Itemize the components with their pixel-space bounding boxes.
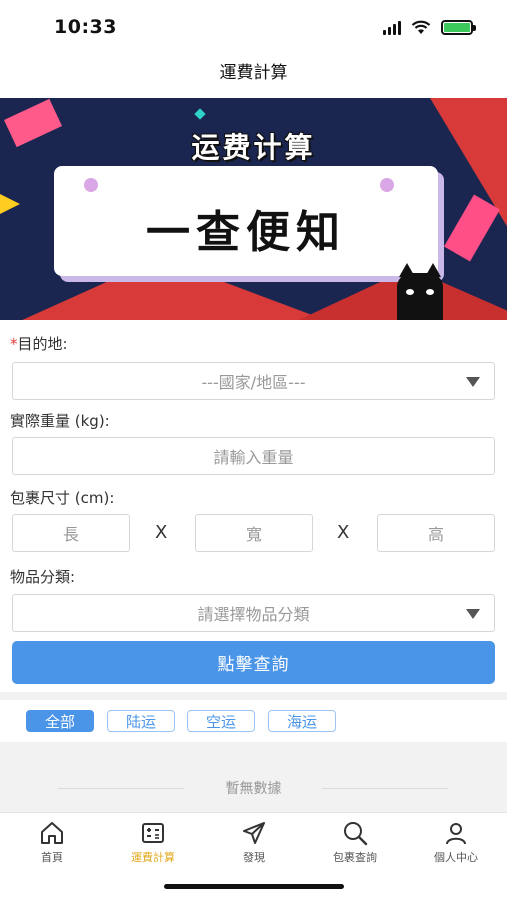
weight-label: 實際重量 (kg): xyxy=(10,412,110,430)
tab-label: 個人中心 xyxy=(434,851,478,864)
multiply-sign: X xyxy=(337,522,350,543)
tab-discover[interactable]: 發現 xyxy=(214,819,294,865)
caret-down-icon xyxy=(466,377,480,387)
promo-banner: 运费计算 一查便知 xyxy=(0,98,507,320)
results-list: 暫無數據 xyxy=(0,742,507,812)
banner-card: 一查便知 xyxy=(54,166,438,276)
tab-home[interactable]: 首頁 xyxy=(12,819,92,865)
destination-select[interactable]: ---國家/地區--- xyxy=(12,362,495,400)
category-value: 請選擇物品分類 xyxy=(197,605,310,624)
filter-all[interactable]: 全部 xyxy=(26,710,94,732)
calculator-icon xyxy=(142,823,164,843)
send-icon xyxy=(243,822,265,844)
length-input[interactable]: 長 xyxy=(12,514,130,552)
banner-subtitle: 运费计算 xyxy=(191,131,316,164)
section-divider xyxy=(0,692,507,700)
search-icon xyxy=(344,822,368,846)
divider xyxy=(322,788,448,789)
status-bar: 10:33 xyxy=(0,0,507,56)
destination-value: ---國家/地區--- xyxy=(201,373,306,392)
category-label: 物品分類: xyxy=(10,568,76,586)
status-icons xyxy=(383,20,476,35)
wifi-icon xyxy=(411,20,431,34)
user-icon xyxy=(446,823,466,845)
weight-input[interactable]: 請輸入重量 xyxy=(12,437,495,475)
pin-icon xyxy=(380,178,394,192)
required-mark: * xyxy=(10,335,18,353)
tab-label: 首頁 xyxy=(41,851,63,864)
cat-illustration xyxy=(397,263,443,320)
query-button[interactable]: 點擊查詢 xyxy=(12,641,495,684)
tab-profile[interactable]: 個人中心 xyxy=(416,819,496,865)
destination-label: *目的地: xyxy=(10,335,68,353)
battery-icon xyxy=(441,20,476,35)
tab-package-search[interactable]: 包裹查詢 xyxy=(315,819,395,865)
multiply-sign: X xyxy=(155,522,168,543)
page-title: 運費計算 xyxy=(219,63,288,83)
tab-label: 發現 xyxy=(243,851,265,864)
size-label: 包裹尺寸 (cm): xyxy=(10,489,115,507)
width-input[interactable]: 寬 xyxy=(195,514,313,552)
weight-placeholder: 請輸入重量 xyxy=(213,448,294,467)
home-icon xyxy=(41,822,63,844)
signal-icon xyxy=(383,20,401,35)
height-input[interactable]: 高 xyxy=(377,514,495,552)
tab-label: 運費計算 xyxy=(131,851,175,864)
filter-air[interactable]: 空运 xyxy=(187,710,255,732)
filter-sea[interactable]: 海运 xyxy=(268,710,336,732)
tab-label: 包裹查詢 xyxy=(333,851,377,864)
banner-headline: 一查便知 xyxy=(146,207,346,258)
pin-icon xyxy=(84,178,98,192)
tab-freight-calc[interactable]: 運費計算 xyxy=(113,819,193,865)
filter-land[interactable]: 陆运 xyxy=(107,710,175,732)
caret-down-icon xyxy=(466,609,480,619)
home-indicator xyxy=(164,884,344,889)
status-time: 10:33 xyxy=(54,16,117,38)
category-select[interactable]: 請選擇物品分類 xyxy=(12,594,495,632)
